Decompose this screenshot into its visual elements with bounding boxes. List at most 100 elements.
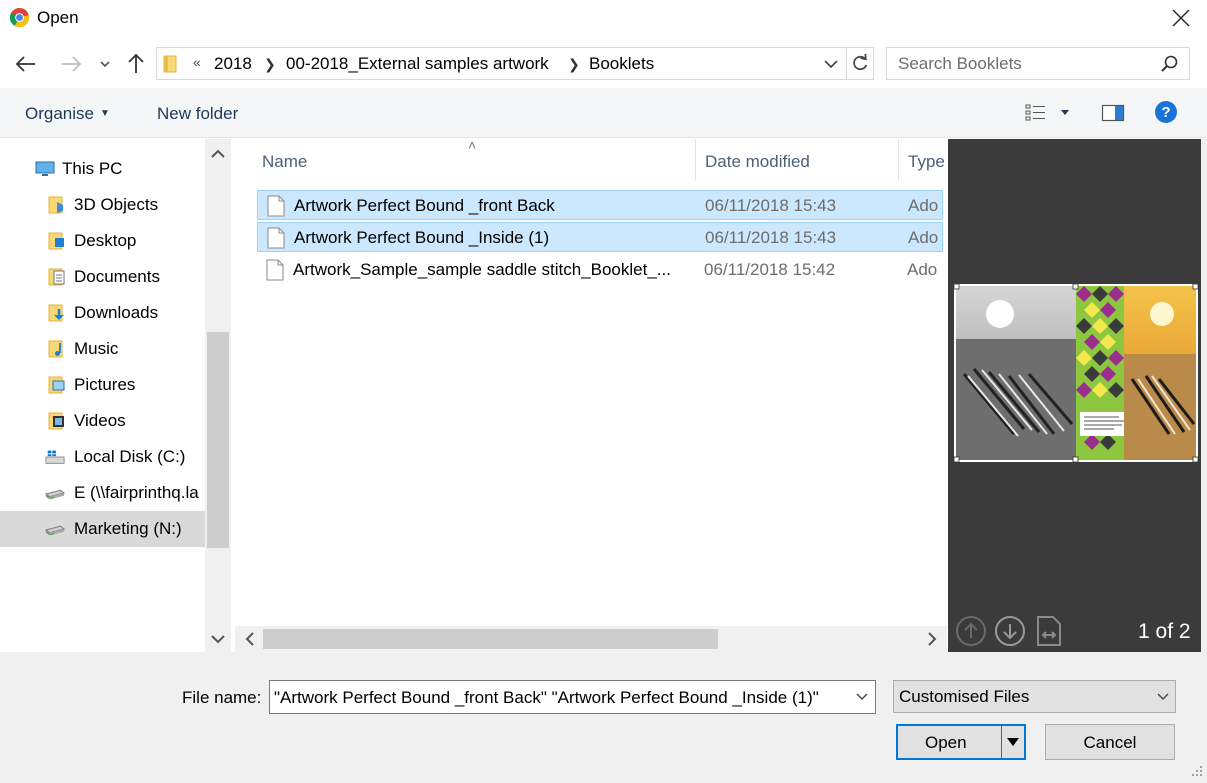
scroll-up-icon[interactable] [205, 141, 231, 167]
sort-ascending-icon: ˄ [468, 137, 477, 153]
chrome-icon [9, 7, 30, 28]
file-row[interactable]: Artwork_Sample_sample saddle stitch_Book… [257, 255, 943, 285]
chevron-down-icon[interactable] [94, 51, 116, 77]
sidebar-item-label: Pictures [74, 375, 136, 394]
resize-grip-icon[interactable] [1186, 762, 1204, 780]
computer-icon [35, 161, 55, 176]
folder-desktop-icon [48, 232, 64, 250]
navigation-pane: This PC 3D Objects Desktop Documents Dow… [0, 139, 231, 652]
scroll-down-icon[interactable] [205, 626, 231, 652]
dialog-footer: File name: "Artwork Perfect Bound _front… [0, 652, 1207, 783]
preview-pane-icon[interactable] [1101, 103, 1125, 123]
breadcrumb-booklets[interactable]: Booklets [589, 54, 654, 74]
sidebar-item-label: Marketing (N:) [74, 519, 182, 538]
sidebar-item-label: Desktop [74, 231, 137, 250]
breadcrumb-2018[interactable]: 2018 [214, 54, 252, 74]
file-list-horizontal-scrollbar[interactable] [235, 626, 947, 652]
file-type-filter-dropdown[interactable]: Customised Files [893, 680, 1176, 713]
file-icon [267, 195, 285, 217]
file-row[interactable]: Artwork Perfect Bound _front Back 06/11/… [257, 190, 943, 220]
column-header-label: Date modified [705, 152, 810, 171]
sidebar-item-documents[interactable]: Documents [0, 259, 205, 295]
split-divider [1001, 726, 1002, 758]
local-disk-icon [45, 450, 65, 464]
forward-arrow-icon[interactable] [58, 51, 84, 77]
previous-page-icon[interactable] [955, 615, 987, 647]
folder-icon [163, 55, 177, 73]
fit-width-icon[interactable] [1034, 615, 1064, 647]
file-name-label: File name: [182, 688, 262, 707]
scroll-thumb[interactable] [207, 332, 229, 548]
search-icon[interactable] [1159, 54, 1179, 74]
breadcrumb-separator-icon[interactable]: ❯ [264, 56, 276, 73]
network-drive-icon [45, 489, 65, 500]
view-options-icon[interactable] [1025, 104, 1047, 122]
folder-pictures-icon [48, 376, 65, 394]
cancel-button[interactable]: Cancel [1045, 724, 1175, 760]
file-type: Ado [908, 196, 939, 215]
column-header-date-modified[interactable]: Date modified [678, 139, 898, 181]
organise-label: Organise [25, 104, 94, 123]
sidebar-item-label: Music [74, 339, 119, 358]
column-header-type[interactable]: Type [881, 139, 947, 181]
sidebar-item-downloads[interactable]: Downloads [0, 295, 205, 331]
sidebar-item-e-drive[interactable]: E (\\fairprinthq.la [0, 475, 205, 511]
navigation-pane-scrollbar[interactable] [205, 139, 231, 652]
preview-pane: 1 of 2 [948, 139, 1201, 652]
file-type: Ado [907, 260, 938, 279]
refresh-icon[interactable] [846, 48, 874, 79]
column-header-label: Type [908, 152, 945, 171]
next-page-icon[interactable] [994, 615, 1026, 647]
view-dropdown-icon[interactable] [1059, 109, 1071, 117]
back-arrow-icon[interactable] [13, 51, 39, 77]
open-button-label: Open [925, 733, 967, 752]
sidebar-item-videos[interactable]: Videos [0, 403, 205, 439]
scroll-right-icon[interactable] [919, 626, 945, 652]
sidebar-item-label: Local Disk (C:) [74, 447, 186, 466]
sidebar-item-label: Videos [74, 411, 126, 430]
folder-downloads-icon [48, 304, 64, 322]
sidebar-item-pictures[interactable]: Pictures [0, 367, 205, 403]
folder-music-icon [48, 340, 63, 358]
window-title: Open [37, 8, 79, 27]
sidebar-item-label: Documents [74, 267, 160, 286]
sidebar-item-this-pc[interactable]: This PC [0, 151, 205, 187]
file-row[interactable]: Artwork Perfect Bound _Inside (1) 06/11/… [257, 222, 943, 252]
address-history-chevron-icon[interactable] [821, 53, 841, 75]
file-date: 06/11/2018 15:43 [705, 196, 837, 215]
up-arrow-icon[interactable] [123, 51, 149, 77]
file-name-combobox[interactable]: "Artwork Perfect Bound _front Back" "Art… [269, 680, 876, 714]
caret-down-icon: ▼ [99, 108, 110, 119]
search-input[interactable] [888, 49, 1148, 78]
close-icon[interactable] [1166, 4, 1196, 32]
sidebar-item-local-disk[interactable]: Local Disk (C:) [0, 439, 205, 475]
address-bar[interactable]: « 2018 ❯ 00-2018_External samples artwor… [156, 47, 874, 80]
breadcrumb-external-samples[interactable]: 00-2018_External samples artwork [286, 54, 549, 74]
sidebar-item-marketing[interactable]: Marketing (N:) [0, 511, 205, 547]
file-name-field[interactable]: "Artwork Perfect Bound _front Back" "Art… [274, 688, 819, 708]
scroll-thumb[interactable] [263, 629, 718, 649]
file-name: Artwork_Sample_sample saddle stitch_Book… [293, 260, 671, 279]
column-header-name[interactable]: Name ˄ [235, 137, 695, 181]
right-edge-scrollbar[interactable] [1201, 139, 1207, 652]
sidebar-item-label: This PC [62, 159, 123, 178]
sidebar-item-desktop[interactable]: Desktop [0, 223, 205, 259]
organise-menu[interactable]: Organise ▼ [25, 104, 110, 124]
breadcrumb-separator-icon[interactable]: ❯ [568, 56, 580, 73]
open-options-caret-icon[interactable] [1006, 737, 1020, 747]
sidebar-item-label: 3D Objects [74, 195, 159, 214]
file-type-filter-value: Customised Files [899, 687, 1030, 706]
file-name: Artwork Perfect Bound _Inside (1) [294, 228, 550, 247]
open-button[interactable]: Open [896, 724, 1026, 760]
chevron-down-icon[interactable] [855, 691, 869, 703]
breadcrumb-overflow[interactable]: « [193, 54, 201, 70]
network-drive-icon [45, 525, 65, 536]
help-icon[interactable]: ? [1154, 100, 1178, 124]
sidebar-item-music[interactable]: Music [0, 331, 205, 367]
search-box[interactable] [886, 47, 1190, 80]
sidebar-item-3d-objects[interactable]: 3D Objects [0, 187, 205, 223]
folder-3d-icon [48, 196, 63, 214]
scroll-left-icon[interactable] [237, 626, 263, 652]
title-bar: Open [0, 0, 1207, 36]
new-folder-button[interactable]: New folder [157, 104, 238, 124]
